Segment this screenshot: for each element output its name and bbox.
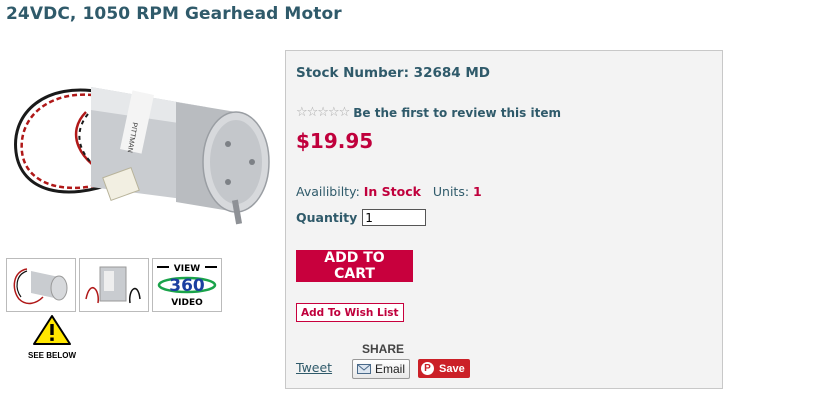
warning-notice[interactable]: SEE BELOW xyxy=(26,314,78,360)
product-title: 24VDC, 1050 RPM Gearhead Motor xyxy=(6,4,342,24)
stock-number: Stock Number: 32684 MD xyxy=(296,65,490,81)
tweet-link[interactable]: Tweet xyxy=(296,360,332,375)
units-value: 1 xyxy=(473,184,482,199)
motor-thumbnail-icon xyxy=(13,268,68,305)
thumbnail-motor-2[interactable] xyxy=(79,258,149,312)
pinterest-save-button[interactable]: P Save xyxy=(418,359,470,378)
envelope-icon xyxy=(357,364,371,374)
motor-thumbnail-icon xyxy=(85,266,141,304)
warning-label: SEE BELOW xyxy=(27,351,76,360)
availability-label: Availibilty: xyxy=(296,184,360,199)
units-label: Units: xyxy=(432,184,470,199)
view-360-bottom-text: VIDEO xyxy=(171,298,203,308)
product-main-image[interactable]: PITTMAN xyxy=(6,52,272,242)
availability-row: Availibilty: In Stock Units: 1 xyxy=(296,184,482,199)
view-360-video-icon: VIEW 360 VIDEO xyxy=(155,261,219,309)
thumbnail-motor-1[interactable] xyxy=(6,258,76,312)
quantity-label: Quantity xyxy=(296,210,358,225)
warning-triangle-icon xyxy=(33,315,71,345)
share-label: SHARE xyxy=(362,342,405,356)
email-label: Email xyxy=(375,362,406,376)
thumbnail-view-360-video[interactable]: VIEW 360 VIDEO xyxy=(152,258,222,312)
add-to-cart-button[interactable]: ADD TO CART xyxy=(296,250,413,282)
quantity-input[interactable] xyxy=(362,209,427,226)
first-review-link[interactable]: Be the first to review this item xyxy=(353,106,561,120)
review-row: ☆☆☆☆☆ Be the first to review this item xyxy=(296,105,561,120)
product-price: $19.95 xyxy=(296,129,374,153)
rating-stars-icon: ☆☆☆☆☆ xyxy=(296,105,350,120)
quantity-row: Quantity xyxy=(296,209,427,226)
email-share-button[interactable]: Email xyxy=(352,359,411,379)
pinterest-icon: P xyxy=(421,362,434,375)
view-360-middle-text: 360 xyxy=(169,276,205,296)
availability-value: In Stock xyxy=(363,184,421,199)
product-details-panel: Stock Number: 32684 MD ☆☆☆☆☆ Be the firs… xyxy=(285,50,723,389)
save-label: Save xyxy=(439,362,465,375)
add-to-wishlist-button[interactable]: Add To Wish List xyxy=(296,303,404,322)
view-360-top-text: VIEW xyxy=(174,264,200,274)
